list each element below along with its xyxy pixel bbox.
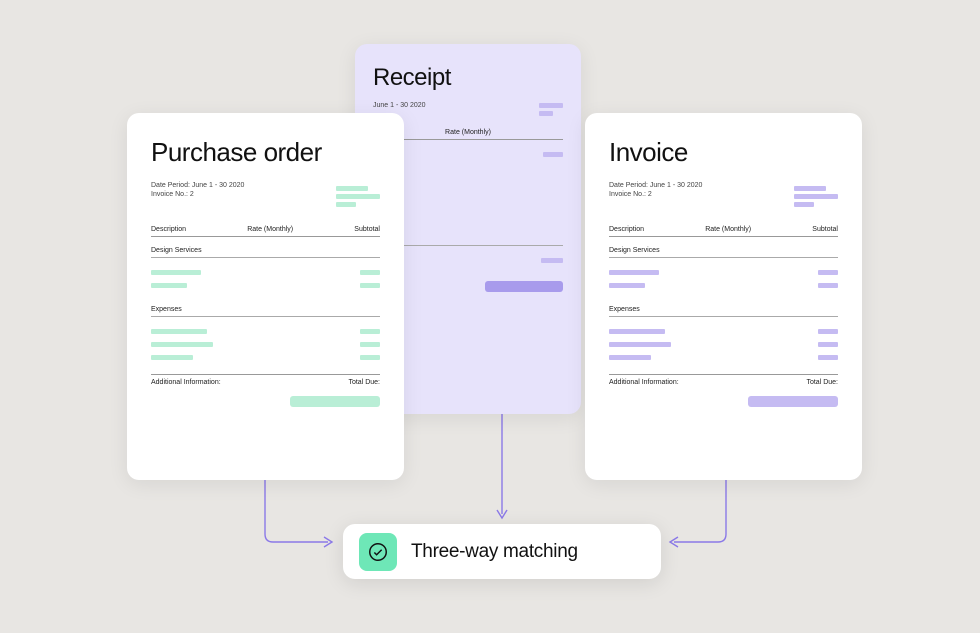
po-expenses: Expenses [151, 296, 380, 317]
check-icon [359, 533, 397, 571]
arrow-inv [666, 480, 746, 560]
placeholder-bars [794, 183, 838, 210]
receipt-title: Receipt [373, 64, 563, 92]
po-cols: Description Rate (Monthly) Subtotal [151, 220, 380, 237]
po-title: Purchase order [151, 137, 380, 168]
arrow-receipt [495, 414, 509, 524]
placeholder-bars [609, 317, 838, 368]
result-label: Three-way matching [411, 541, 578, 563]
inv-cols: Description Rate (Monthly) Subtotal [609, 220, 838, 237]
placeholder-button [290, 396, 380, 407]
placeholder-bars [609, 258, 838, 296]
placeholder-button [748, 396, 838, 407]
arrow-po [262, 480, 342, 560]
inv-footer: Additional Information: Total Due: [609, 374, 838, 386]
purchase-order-card: Purchase order Date Period: June 1 - 30 … [127, 113, 404, 480]
result-box: Three-way matching [343, 524, 661, 579]
invoice-card: Invoice Date Period: June 1 - 30 2020 In… [585, 113, 862, 480]
inv-design: Design Services [609, 237, 838, 258]
inv-title: Invoice [609, 137, 838, 168]
receipt-date: June 1 - 30 2020 [373, 102, 563, 109]
placeholder-button [485, 281, 563, 292]
inv-expenses: Expenses [609, 296, 838, 317]
placeholder-bars [151, 258, 380, 296]
po-design: Design Services [151, 237, 380, 258]
placeholder-bars [539, 100, 563, 119]
placeholder-bars [151, 317, 380, 368]
placeholder-bars [336, 183, 380, 210]
po-footer: Additional Information: Total Due: [151, 374, 380, 386]
